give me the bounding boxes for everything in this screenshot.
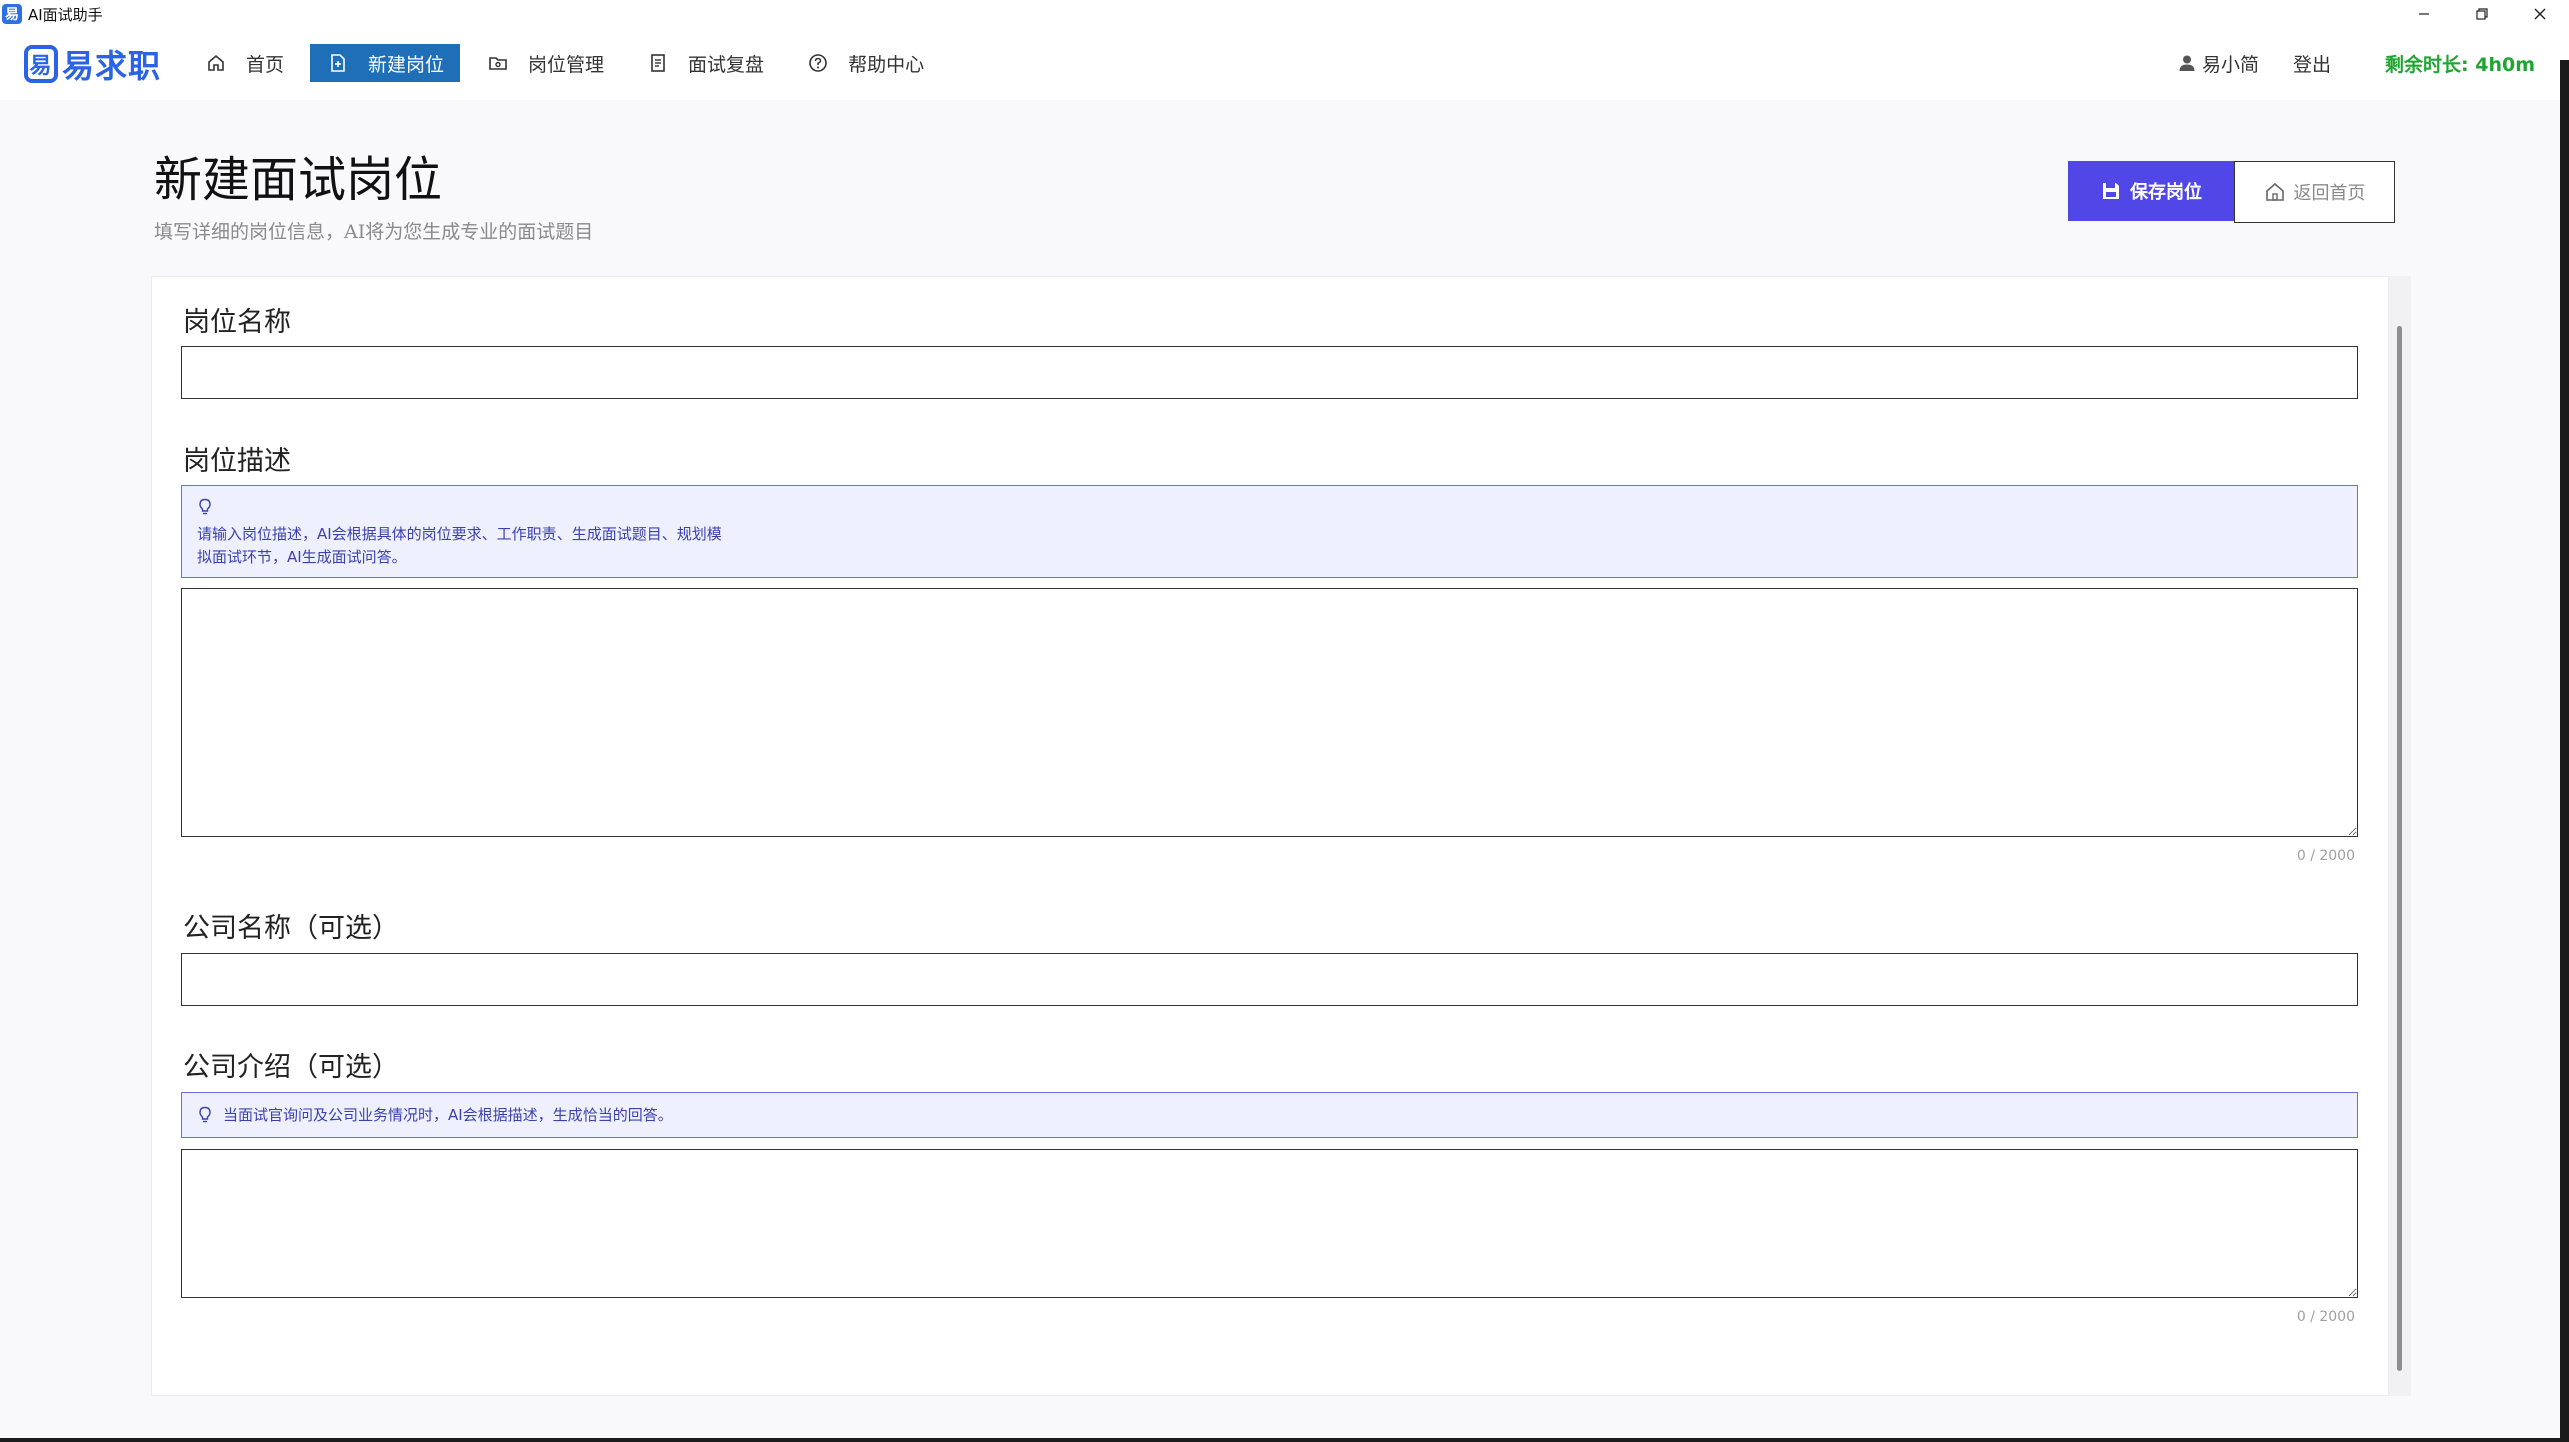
window-title: AI面试助手 — [28, 5, 103, 24]
window-edge-bottom — [0, 1438, 2569, 1442]
title-bar: 易 AI面试助手 — [0, 0, 2569, 28]
help-icon — [806, 51, 830, 75]
review-icon — [646, 51, 670, 75]
hint-line-2: 拟面试环节，AI生成面试问答。 — [197, 548, 407, 566]
logout-link[interactable]: 登出 — [2293, 50, 2331, 77]
job-desc-hint: 请输入岗位描述，AI会根据具体的岗位要求、工作职责、生成面试题目、规划模 拟面试… — [181, 485, 2358, 578]
hint-line-1: 请输入岗位描述，AI会根据具体的岗位要求、工作职责、生成面试题目、规划模 — [197, 525, 722, 543]
company-intro-hint: 当面试官询问及公司业务情况时，AI会根据描述，生成恰当的回答。 — [181, 1092, 2358, 1138]
nav-item-label: 面试复盘 — [688, 53, 765, 76]
minimize-button[interactable] — [2395, 0, 2453, 28]
company-intro-counter: 0 / 2000 — [2296, 1309, 2355, 1325]
logo-text: 易求职 — [62, 47, 162, 85]
restore-icon — [2476, 8, 2488, 20]
new-document-icon — [326, 51, 350, 75]
home-icon — [2265, 182, 2284, 201]
app-icon: 易 — [2, 4, 22, 24]
nav-item-label: 岗位管理 — [528, 53, 605, 76]
close-icon — [2534, 8, 2546, 20]
minimize-icon — [2419, 13, 2429, 15]
scrollbar[interactable] — [2389, 276, 2411, 1396]
nav-menu: 首页 新建岗位 岗位管理 面试复盘 帮助中心 — [188, 44, 950, 82]
page-subtitle: 填写详细的岗位信息，AI将为您生成专业的面试题目 — [154, 221, 594, 243]
scrollbar-thumb[interactable] — [2397, 326, 2402, 1371]
remaining-time: 剩余时长: 4h0m — [2385, 53, 2535, 76]
lightbulb-icon — [197, 1106, 213, 1124]
back-home-button[interactable]: 返回首页 — [2234, 161, 2395, 223]
save-button-label: 保存岗位 — [2130, 182, 2202, 203]
close-button[interactable] — [2511, 0, 2569, 28]
user-menu[interactable]: 易小简 — [2178, 50, 2259, 77]
job-name-input[interactable] — [181, 346, 2358, 399]
window-controls — [2395, 0, 2569, 28]
save-job-button[interactable]: 保存岗位 — [2068, 161, 2234, 221]
nav-item-new-job[interactable]: 新建岗位 — [310, 44, 461, 82]
job-name-label: 岗位名称 — [183, 307, 291, 338]
company-intro-label: 公司介绍（可选） — [183, 1052, 399, 1083]
company-name-input[interactable] — [181, 953, 2358, 1006]
company-name-label: 公司名称（可选） — [183, 913, 399, 944]
restore-button[interactable] — [2453, 0, 2511, 28]
user-icon — [2179, 55, 2195, 71]
user-name: 易小简 — [2201, 53, 2259, 76]
nav-right: 易小简 登出 剩余时长: 4h0m — [2178, 44, 2535, 82]
back-button-label: 返回首页 — [2293, 183, 2366, 204]
logo[interactable]: 易 易求职 — [24, 44, 162, 85]
home-icon — [204, 51, 228, 75]
logo-mark: 易 — [24, 45, 58, 83]
nav-item-job-manage[interactable]: 岗位管理 — [470, 44, 620, 82]
job-desc-counter: 0 / 2000 — [2296, 848, 2355, 864]
lightbulb-icon — [197, 498, 2342, 523]
top-nav: 易 易求职 首页 新建岗位 岗位管理 面试复盘 帮助中心 易小简 登出 剩余时长… — [0, 28, 2569, 100]
nav-item-label: 帮助中心 — [848, 53, 925, 76]
save-icon — [2103, 183, 2119, 199]
nav-item-home[interactable]: 首页 — [188, 44, 300, 82]
nav-item-label: 新建岗位 — [368, 53, 445, 76]
job-desc-label: 岗位描述 — [183, 446, 291, 477]
hint-text: 当面试官询问及公司业务情况时，AI会根据描述，生成恰当的回答。 — [223, 1105, 673, 1124]
nav-item-help[interactable]: 帮助中心 — [790, 44, 940, 82]
job-desc-textarea[interactable] — [181, 588, 2358, 837]
nav-item-review[interactable]: 面试复盘 — [630, 44, 780, 82]
company-intro-textarea[interactable] — [181, 1149, 2358, 1298]
page-title: 新建面试岗位 — [154, 152, 443, 208]
nav-item-label: 首页 — [246, 53, 285, 76]
folder-icon — [486, 51, 510, 75]
window-edge — [2560, 60, 2569, 1440]
